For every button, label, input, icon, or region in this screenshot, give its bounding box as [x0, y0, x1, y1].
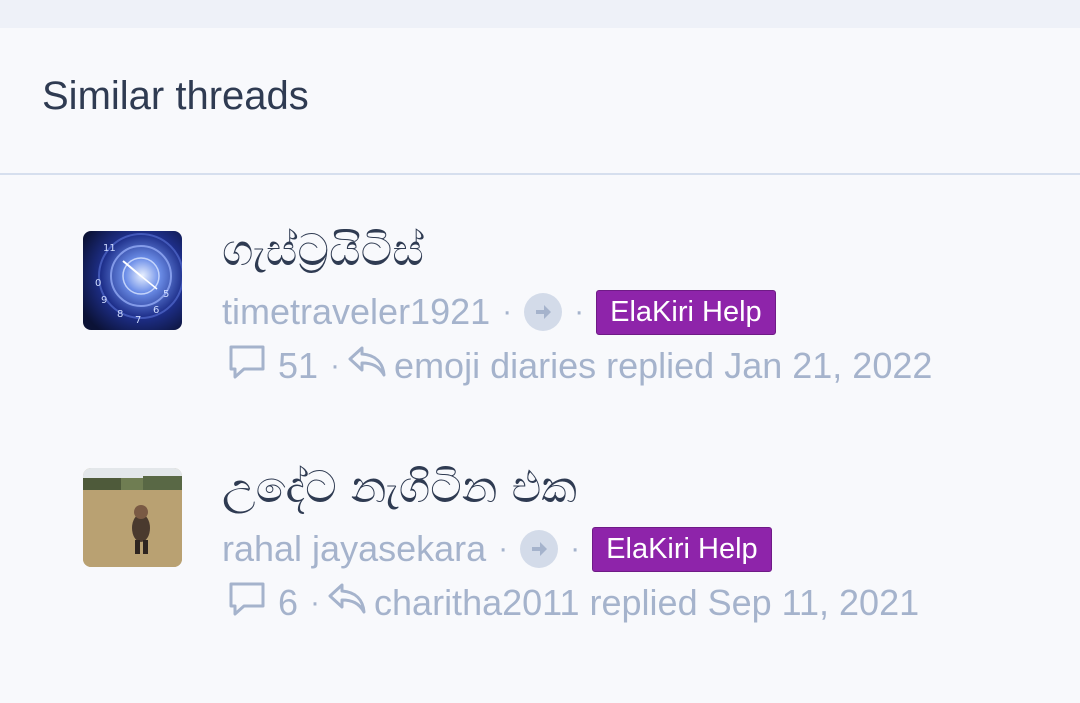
meta-separator: · — [310, 586, 321, 619]
thread-author-link[interactable]: timetraveler1921 — [222, 291, 490, 333]
last-reply-link[interactable]: emoji diaries replied Jan 21, 2022 — [394, 345, 932, 387]
svg-text:7: 7 — [135, 315, 141, 326]
reply-count: 6 — [278, 582, 299, 623]
thread-avatar[interactable] — [83, 468, 182, 567]
meta-separator: · — [498, 532, 509, 565]
thread-stats: 6 · charitha2011 replied Sep 11, 2021 — [228, 578, 919, 628]
thread-avatar[interactable]: 0 9 8 7 6 5 11 — [83, 231, 182, 330]
thread-title-link[interactable]: ගැස්ට්‍රයිටිස් — [222, 225, 424, 276]
svg-text:6: 6 — [153, 305, 159, 316]
top-strip — [0, 0, 1080, 28]
forum-badge-link[interactable]: ElaKiri Help — [592, 526, 772, 572]
svg-text:5: 5 — [163, 289, 169, 300]
svg-text:11: 11 — [103, 243, 116, 254]
comment-icon — [228, 344, 266, 389]
block-header: Similar threads — [0, 28, 1080, 175]
arrow-right-icon — [520, 530, 559, 568]
meta-separator: · — [330, 349, 341, 382]
last-reply-link[interactable]: charitha2011 replied Sep 11, 2021 — [374, 582, 919, 624]
thread-item: 0 9 8 7 6 5 11 ගැස්ට්‍රයිටිස් timetravel… — [0, 225, 1080, 405]
thread-title-link[interactable]: උදේට නැගිටින එක — [222, 462, 577, 513]
arrow-right-icon — [524, 293, 563, 331]
comment-icon — [228, 581, 266, 626]
thread-stats: 51 · emoji diaries replied Jan 21, 2022 — [228, 341, 932, 391]
reply-icon — [326, 581, 368, 626]
thread-item: උදේට නැගිටින එක rahal jayasekara · · Ela… — [0, 462, 1080, 642]
forum-badge-link[interactable]: ElaKiri Help — [596, 289, 776, 335]
meta-separator: · — [574, 295, 585, 328]
svg-text:0: 0 — [95, 278, 101, 289]
svg-text:9: 9 — [101, 295, 107, 306]
block-title: Similar threads — [42, 74, 309, 118]
meta-separator: · — [570, 532, 581, 565]
svg-text:8: 8 — [117, 309, 123, 320]
meta-separator: · — [502, 295, 513, 328]
thread-meta: timetraveler1921 · · ElaKiri Help — [222, 287, 776, 337]
avatar-photo-image — [83, 468, 182, 567]
thread-meta: rahal jayasekara · · ElaKiri Help — [222, 524, 772, 574]
thread-author-link[interactable]: rahal jayasekara — [222, 528, 486, 570]
avatar-clock-image: 0 9 8 7 6 5 11 — [83, 231, 182, 330]
reply-count: 51 — [278, 345, 319, 386]
reply-icon — [346, 344, 388, 389]
